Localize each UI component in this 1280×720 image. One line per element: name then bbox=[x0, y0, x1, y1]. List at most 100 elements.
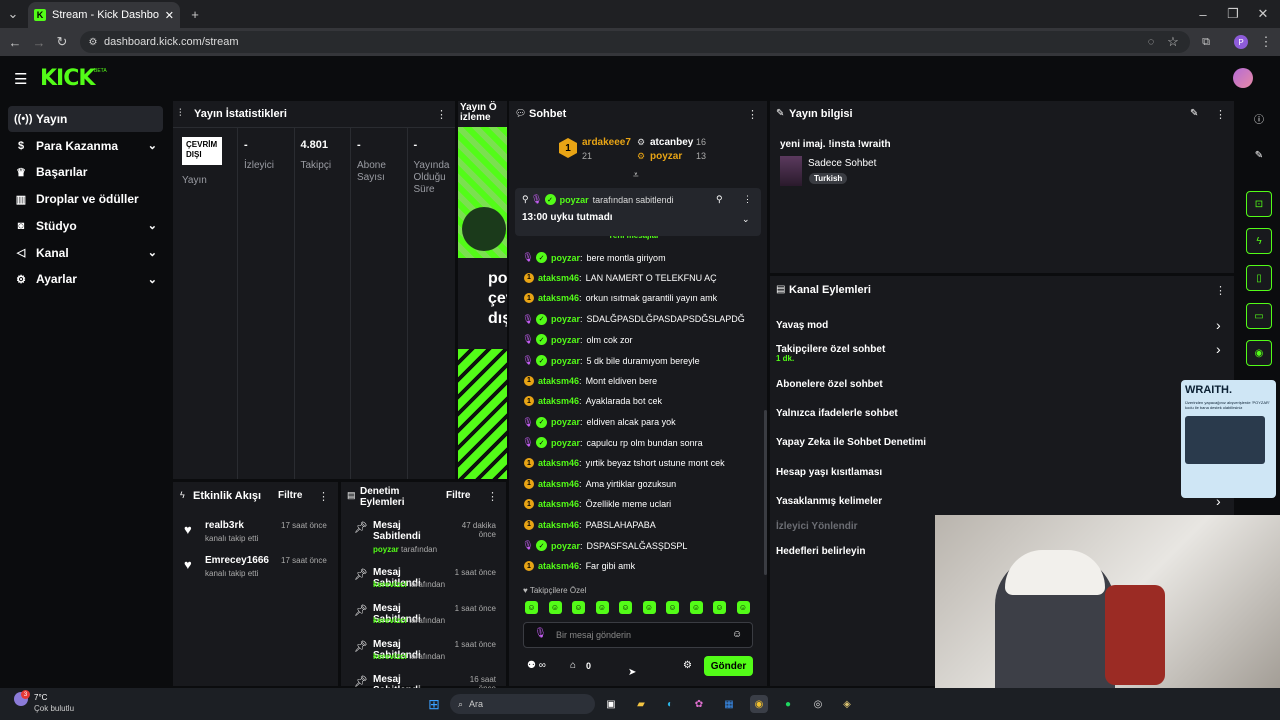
expand-pinned-icon[interactable]: ⌄ bbox=[742, 214, 750, 225]
chat-username[interactable]: ataksm46 bbox=[538, 520, 579, 530]
close-tab-icon[interactable]: ✕ bbox=[165, 9, 180, 22]
emote-icon[interactable]: ☺ bbox=[713, 601, 726, 614]
site-info-icon[interactable]: ⚙ bbox=[84, 33, 102, 51]
chat-username[interactable]: ataksm46 bbox=[538, 479, 579, 489]
bookmark-star-icon[interactable]: ☆ bbox=[1164, 33, 1182, 51]
user-avatar[interactable] bbox=[1233, 68, 1253, 88]
chat-username[interactable]: poyzar bbox=[551, 438, 580, 448]
category-name[interactable]: Sadece Sohbet bbox=[808, 158, 876, 169]
chevron-right-icon[interactable]: › bbox=[1216, 341, 1221, 357]
chat-icon[interactable]: ▭ bbox=[1246, 303, 1272, 329]
chat-username[interactable]: poyzar bbox=[551, 335, 580, 345]
moderation-menu-icon[interactable]: ⋮ bbox=[487, 490, 498, 503]
kick-logo[interactable]: KICK bbox=[40, 66, 95, 91]
emote-icon[interactable]: ☺ bbox=[548, 601, 562, 614]
pencil-icon[interactable]: ✎ bbox=[1246, 142, 1272, 168]
stats-menu-icon[interactable]: ⋮ bbox=[436, 108, 447, 121]
unpin-icon[interactable]: ⚲ bbox=[716, 194, 723, 205]
windows-start-icon[interactable]: ⊞ bbox=[425, 695, 443, 713]
chevron-right-icon[interactable]: › bbox=[1216, 317, 1221, 333]
info-menu-icon[interactable]: ⋮ bbox=[1215, 108, 1226, 121]
edit-icon[interactable]: ✎ bbox=[1190, 108, 1198, 119]
top-gifter-3[interactable]: poyzar bbox=[650, 151, 682, 162]
activity-name[interactable]: Emrecey1666 bbox=[205, 555, 269, 566]
sidebar-item-0[interactable]: ((•)) Yayın bbox=[8, 106, 163, 132]
chat-username[interactable]: ataksm46 bbox=[538, 293, 579, 303]
channel-actions-menu-icon[interactable]: ⋮ bbox=[1215, 284, 1226, 297]
store-app-icon[interactable]: ▦ bbox=[720, 695, 738, 713]
chevron-down-icon[interactable]: ⌄ bbox=[148, 219, 157, 232]
sidebar-item-5[interactable]: ◁ Kanal ⌄ bbox=[8, 240, 163, 266]
mod-user[interactable]: kerevizci bbox=[373, 616, 407, 625]
chat-scrollbar[interactable] bbox=[764, 410, 767, 575]
reload-icon[interactable]: ↻ bbox=[53, 33, 71, 51]
chat-username[interactable]: poyzar bbox=[551, 417, 580, 427]
chat-username[interactable]: ataksm46 bbox=[538, 396, 579, 406]
emote-icon[interactable]: ☺ bbox=[595, 601, 609, 614]
action-label[interactable]: İzleyici Yönlendir bbox=[776, 521, 858, 532]
spotify-icon[interactable]: ● bbox=[779, 695, 797, 713]
emote-icon[interactable]: ☺ bbox=[642, 601, 656, 614]
taskbar-search[interactable]: ⌕ Ara bbox=[450, 694, 595, 714]
emote-icon[interactable]: ☺ bbox=[619, 601, 632, 614]
scan-icon[interactable]: ⊡ bbox=[1246, 191, 1272, 217]
chevron-down-icon[interactable]: ⌄ bbox=[148, 246, 157, 259]
app-icon[interactable]: ◈ bbox=[838, 695, 856, 713]
minimize-icon[interactable]: – bbox=[1194, 5, 1212, 23]
chat-username[interactable]: poyzar bbox=[551, 314, 580, 324]
sidebar-item-1[interactable]: $ Para Kazanma ⌄ bbox=[8, 133, 163, 159]
info-icon[interactable]: ⓘ bbox=[1246, 105, 1272, 131]
action-label[interactable]: Abonelere özel sohbet bbox=[776, 379, 883, 390]
lightning-icon[interactable]: ϟ bbox=[1246, 228, 1272, 254]
mod-user[interactable]: kerevizci bbox=[373, 652, 407, 661]
moderation-filter[interactable]: Filtre bbox=[446, 490, 470, 501]
forward-icon[interactable]: → bbox=[30, 33, 48, 51]
pinned-menu-icon[interactable]: ⋮ bbox=[743, 194, 752, 205]
new-tab-icon[interactable]: + bbox=[186, 5, 204, 23]
sidebar-item-4[interactable]: ◙ Stüdyo ⌄ bbox=[8, 213, 163, 239]
profile-avatar[interactable]: P bbox=[1234, 35, 1248, 49]
chat-username[interactable]: ataksm46 bbox=[538, 561, 579, 571]
browser-menu-icon[interactable]: ⋮ bbox=[1257, 33, 1275, 51]
chat-username[interactable]: poyzar bbox=[551, 541, 580, 551]
chat-username[interactable]: poyzar bbox=[551, 253, 580, 263]
restore-icon[interactable]: ❐ bbox=[1224, 5, 1242, 23]
extensions-icon[interactable]: ⧉ bbox=[1197, 33, 1215, 51]
chrome-icon[interactable]: ◉ bbox=[750, 695, 768, 713]
action-label[interactable]: Yavaş mod bbox=[776, 320, 828, 331]
emote-icon[interactable]: ☺ bbox=[736, 601, 750, 614]
action-label[interactable]: Yapay Zeka ile Sohbet Denetimi bbox=[776, 437, 926, 448]
broadcast-rail-icon[interactable]: ◉ bbox=[1246, 340, 1272, 366]
emote-icon[interactable]: ☺ bbox=[666, 601, 679, 614]
activity-name[interactable]: realb3rk bbox=[205, 520, 244, 531]
action-label[interactable]: Yalnızca ifadelerle sohbet bbox=[776, 408, 898, 419]
mod-user[interactable]: poyzar bbox=[373, 545, 399, 554]
url-field[interactable]: dashboard.kick.com/stream bbox=[80, 31, 1190, 53]
window-close-icon[interactable]: ✕ bbox=[1254, 5, 1272, 23]
chat-username[interactable]: ataksm46 bbox=[538, 376, 579, 386]
store-icon[interactable]: ⌂ bbox=[570, 660, 576, 671]
eye-off-icon[interactable]: ◌ bbox=[1142, 33, 1160, 51]
obs-icon[interactable]: ◎ bbox=[809, 695, 827, 713]
sidebar-item-6[interactable]: ⚙ Ayarlar ⌄ bbox=[8, 266, 163, 292]
action-label[interactable]: Hedefleri belirleyin bbox=[776, 546, 865, 557]
mod-user[interactable]: kerevizci bbox=[373, 580, 407, 589]
chat-username[interactable]: ataksm46 bbox=[538, 499, 579, 509]
tab-list-icon[interactable]: ⌄ bbox=[4, 5, 22, 23]
top-gifter-2[interactable]: atcanbey bbox=[650, 137, 693, 148]
chat-menu-icon[interactable]: ⋮ bbox=[747, 108, 758, 121]
sidebar-item-3[interactable]: ▥ Droplar ve ödüller bbox=[8, 186, 163, 212]
chevron-down-icon[interactable]: ⌄ bbox=[148, 273, 157, 286]
chat-username[interactable]: poyzar bbox=[551, 356, 580, 366]
edge-icon[interactable]: ◐ bbox=[661, 695, 679, 713]
top-gifter-1[interactable]: ardakeee7 bbox=[582, 137, 631, 148]
chat-settings-icon[interactable]: ⚙ bbox=[683, 660, 692, 671]
emoji-icon[interactable]: ☺ bbox=[732, 629, 742, 640]
browser-tab[interactable]: K Stream - Kick Dashboard ✕ bbox=[28, 2, 180, 28]
copilot-icon[interactable]: ✿ bbox=[690, 695, 708, 713]
emote-icon[interactable]: ☺ bbox=[572, 601, 585, 614]
emote-icon[interactable]: ☺ bbox=[525, 601, 538, 614]
send-button[interactable]: Gönder bbox=[704, 656, 753, 676]
activity-menu-icon[interactable]: ⋮ bbox=[318, 490, 329, 503]
chat-username[interactable]: ataksm46 bbox=[538, 458, 579, 468]
